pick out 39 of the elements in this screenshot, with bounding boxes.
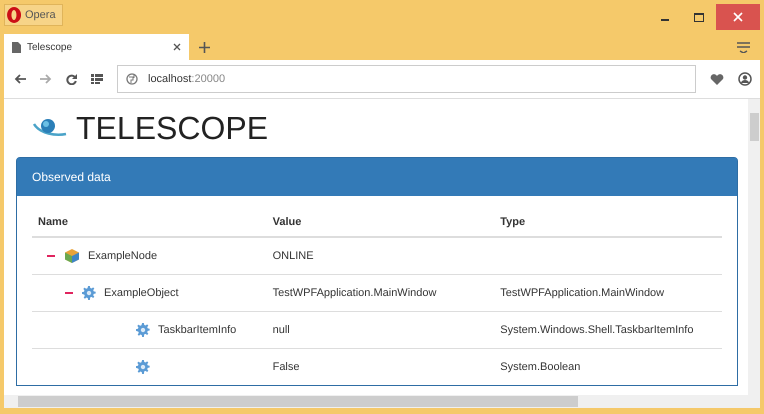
browser-tab[interactable]: Telescope [4, 34, 189, 60]
column-header: Value [272, 216, 302, 228]
speed-dial-button[interactable] [91, 74, 103, 84]
collapse-icon[interactable] [47, 252, 55, 260]
value-text: ONLINE [272, 250, 314, 262]
globe-icon [126, 73, 138, 85]
opera-logo-icon [7, 7, 21, 23]
gear-icon [136, 360, 150, 374]
gear-icon [82, 286, 96, 300]
column-header: Type [500, 216, 526, 228]
type-text: System.Windows.Shell.TaskbarItemInfo [500, 324, 694, 336]
vertical-scrollbar[interactable] [748, 99, 760, 395]
back-button[interactable] [14, 74, 26, 84]
value-text: TestWPFApplication.MainWindow [272, 287, 436, 299]
reload-button[interactable] [66, 74, 77, 84]
column-header: Name [38, 216, 68, 228]
opera-menu-button[interactable]: Opera [4, 4, 63, 26]
page-heading: TELESCOPE [76, 110, 268, 146]
type-text: TestWPFApplication.MainWindow [500, 287, 664, 299]
horizontal-scrollbar[interactable] [4, 395, 760, 408]
panel-title: Observed data [32, 170, 111, 184]
document-icon [12, 42, 21, 52]
collapse-icon[interactable] [65, 289, 73, 297]
address-field[interactable]: localhost:20000 [117, 65, 696, 93]
close-icon [733, 12, 743, 22]
gear-icon [136, 323, 150, 337]
maximize-icon [694, 12, 704, 22]
value-text: null [272, 324, 290, 336]
node-name[interactable]: ExampleNode [88, 250, 158, 262]
account-icon[interactable] [738, 72, 752, 86]
node-name[interactable]: ExampleObject [104, 287, 179, 299]
value-text: False [272, 361, 300, 373]
cube-icon [64, 248, 80, 264]
close-tab-icon[interactable] [173, 43, 181, 51]
new-tab-icon[interactable] [199, 42, 210, 52]
type-text: System.Boolean [500, 361, 580, 373]
heart-icon[interactable] [710, 73, 724, 85]
node-name[interactable]: TaskbarItemInfo [158, 324, 236, 336]
menu-icon[interactable] [737, 42, 750, 52]
